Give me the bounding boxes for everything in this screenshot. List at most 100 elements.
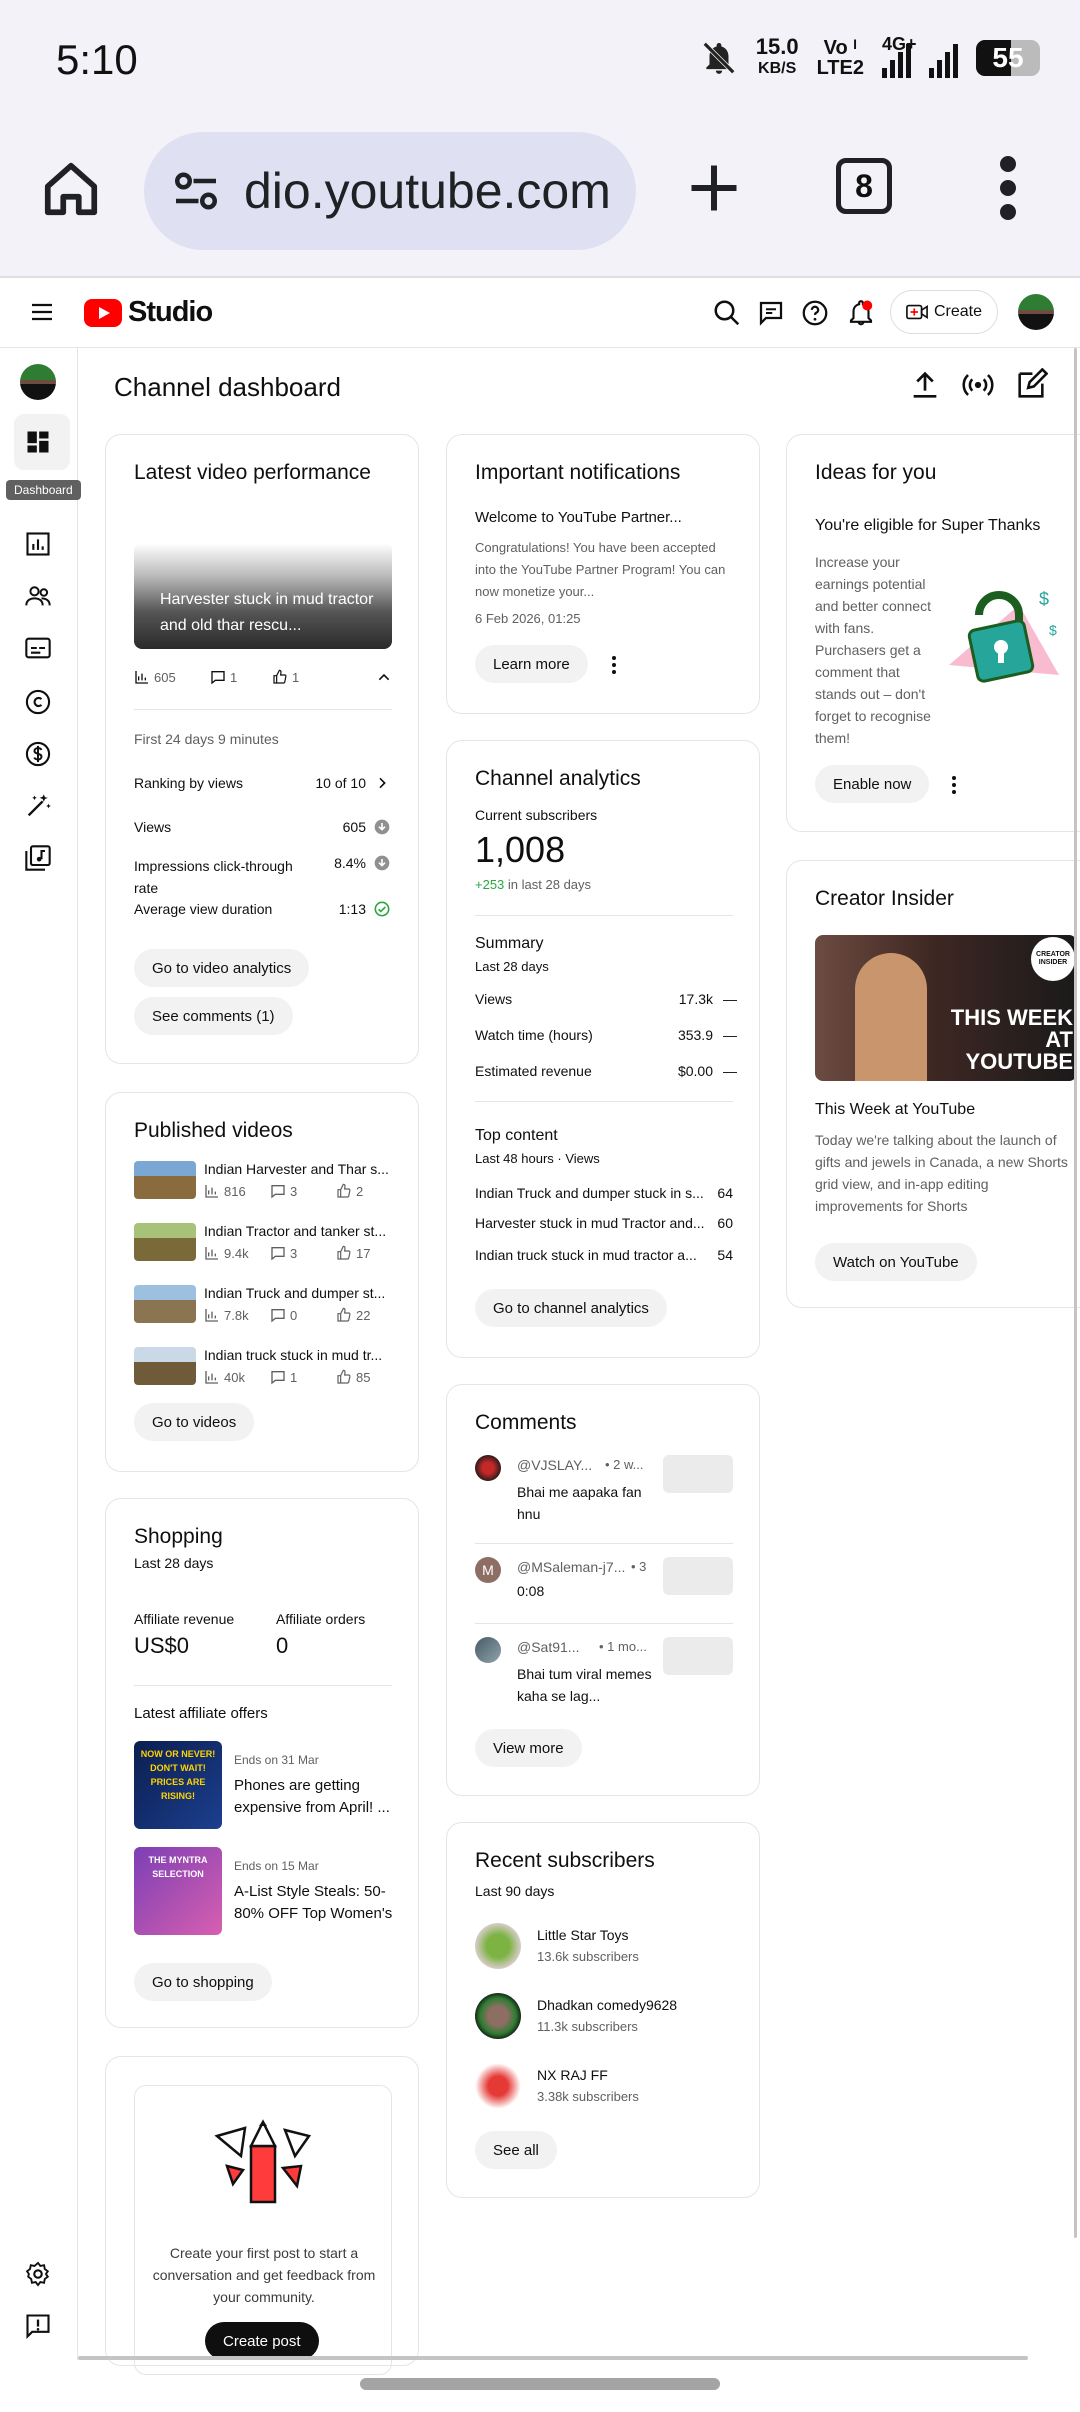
- horizontal-scrollbar[interactable]: [78, 2356, 1028, 2360]
- feedback-messages-icon[interactable]: [756, 298, 786, 328]
- insider-video-thumbnail[interactable]: THIS WEEK AT YOUTUBE CREATOR INSIDER: [815, 935, 1077, 1081]
- video-list-item[interactable]: Indian Harvester and Thar s... 816 3 2: [134, 1161, 404, 1209]
- see-comments-button[interactable]: See comments (1): [134, 997, 293, 1035]
- community-icon[interactable]: [24, 582, 52, 610]
- affiliate-offer-item[interactable]: THE MYNTRA SELECTION Ends on 15 Mar A-Li…: [134, 1847, 404, 1937]
- watch-on-youtube-button[interactable]: Watch on YouTube: [815, 1243, 977, 1281]
- likes-count: 2: [356, 1183, 364, 1199]
- account-avatar[interactable]: [1018, 294, 1054, 330]
- copyright-icon[interactable]: [24, 688, 52, 716]
- subscriber-avatar: [475, 1993, 521, 2039]
- notification-date: 6 Feb 2026, 01:25: [475, 611, 581, 626]
- views-count: 7.8k: [224, 1307, 249, 1323]
- screen: 5:10 15.0 KB/S Vo ᴵ LTE2 4G+ 55 dio.youtub…: [0, 0, 1080, 2412]
- new-tab-icon[interactable]: [684, 158, 744, 218]
- video-list-item[interactable]: Indian Truck and dumper st... 7.8k 0 22: [134, 1285, 404, 1333]
- commenter-avatar: [475, 1637, 501, 1663]
- top-content-value: 54: [717, 1247, 733, 1263]
- divider: [134, 709, 392, 710]
- subscribers-delta: +253 in last 28 days: [475, 877, 591, 892]
- home-icon[interactable]: [40, 158, 102, 220]
- likes-stat: 2: [336, 1183, 363, 1199]
- search-icon[interactable]: [712, 298, 742, 328]
- bar-chart-icon: [205, 1309, 218, 1322]
- comment-icon: [271, 1309, 285, 1323]
- comment-author: @MSaleman-j7...: [517, 1559, 626, 1575]
- more-vert-icon[interactable]: [611, 655, 617, 675]
- subscriber-item[interactable]: Dhadkan comedy9628 11.3k subscribers: [475, 1993, 735, 2043]
- svg-text:$: $: [1049, 622, 1057, 638]
- subscriber-item[interactable]: Little Star Toys 13.6k subscribers: [475, 1923, 735, 1973]
- top-content-title-row[interactable]: Indian Truck and dumper stuck in s...: [475, 1185, 707, 1201]
- summary-trend: —: [723, 991, 737, 1007]
- analytics-icon[interactable]: [24, 530, 52, 558]
- subtitles-icon[interactable]: [24, 634, 52, 662]
- video-list-item[interactable]: Indian Tractor and tanker st... 9.4k 3 1…: [134, 1223, 404, 1271]
- comment-time: • 2 w...: [605, 1457, 644, 1472]
- divider: [475, 1543, 733, 1544]
- comments-count: 0: [290, 1307, 298, 1323]
- likes-count: 85: [356, 1369, 371, 1385]
- site-settings-icon[interactable]: [166, 161, 226, 221]
- url-text: dio.youtube.com: [244, 163, 611, 219]
- offer-image-text: NOW OR NEVER! DON'T WAIT! PRICES ARE RIS…: [140, 1749, 216, 1801]
- comments-stat: 1: [270, 1369, 297, 1385]
- audio-library-icon[interactable]: [24, 844, 52, 872]
- go-to-videos-button[interactable]: Go to videos: [134, 1403, 255, 1441]
- affiliate-offer-item[interactable]: NOW OR NEVER! DON'T WAIT! PRICES ARE RIS…: [134, 1741, 404, 1831]
- subscriber-name: Dhadkan comedy9628: [537, 1997, 678, 2013]
- video-thumbnail: [134, 1347, 196, 1385]
- dashboard-icon[interactable]: [24, 428, 52, 456]
- speed-unit: KB/S: [758, 60, 797, 77]
- chevron-right-icon[interactable]: [374, 775, 390, 791]
- comments-count: 3: [290, 1245, 298, 1261]
- comment-item[interactable]: @Sat91... • 1 mo... Bhai tum viral memes…: [475, 1637, 735, 1717]
- learn-more-button[interactable]: Learn more: [475, 645, 588, 683]
- customization-magic-icon[interactable]: [24, 792, 52, 820]
- notifications-bell-icon[interactable]: [846, 298, 876, 328]
- video-list-item[interactable]: Indian truck stuck in mud tr... 40k 1 85: [134, 1347, 404, 1395]
- gesture-navigation-bar[interactable]: [360, 2378, 720, 2390]
- hamburger-menu-icon[interactable]: [30, 302, 54, 322]
- top-content-title-row[interactable]: Indian truck stuck in mud tractor a...: [475, 1247, 707, 1263]
- subscribers-label: Current subscribers: [475, 807, 598, 823]
- earn-dollar-icon[interactable]: [24, 740, 52, 768]
- comment-item[interactable]: M @MSaleman-j7... • 3 0:08: [475, 1557, 735, 1617]
- notification-heading: Welcome to YouTube Partner...: [475, 509, 682, 526]
- latest-video-thumbnail[interactable]: Harvester stuck in mud tractor and old t…: [134, 543, 392, 649]
- enable-now-button[interactable]: Enable now: [815, 765, 930, 803]
- views-count: 816: [224, 1183, 246, 1199]
- create-post-edit-icon[interactable]: [1014, 368, 1048, 402]
- create-video-icon: [906, 304, 928, 320]
- summary-trend: —: [723, 1063, 737, 1079]
- more-vert-icon[interactable]: [1000, 156, 1016, 220]
- subscribers-value: 1,008: [475, 829, 566, 870]
- go-live-icon[interactable]: [961, 368, 995, 402]
- more-vert-icon[interactable]: [951, 775, 957, 795]
- top-content-value: 60: [717, 1215, 733, 1231]
- go-to-channel-analytics-button[interactable]: Go to channel analytics: [475, 1289, 667, 1327]
- studio-logo[interactable]: Studio: [84, 296, 213, 329]
- create-button[interactable]: Create: [890, 290, 998, 334]
- comments-stat: 3: [270, 1183, 297, 1199]
- comment-item[interactable]: @VJSLAY... • 2 w... Bhai me aapaka fan h…: [475, 1455, 735, 1535]
- see-all-button[interactable]: See all: [475, 2131, 557, 2169]
- settings-gear-icon[interactable]: [24, 2260, 52, 2288]
- upload-icon[interactable]: [908, 368, 942, 402]
- help-icon[interactable]: [800, 298, 830, 328]
- go-to-shopping-button[interactable]: Go to shopping: [134, 1963, 272, 2001]
- create-post-button[interactable]: Create post: [205, 2322, 319, 2360]
- tab-switcher-button[interactable]: 8: [836, 158, 892, 214]
- vertical-scrollbar[interactable]: [1074, 348, 1077, 2238]
- card-title: Channel analytics: [475, 767, 641, 790]
- subscriber-count: 13.6k subscribers: [537, 1949, 639, 1964]
- send-feedback-icon[interactable]: [24, 2312, 52, 2340]
- top-content-title-row[interactable]: Harvester stuck in mud Tractor and...: [475, 1215, 707, 1231]
- subscriber-item[interactable]: NX RAJ FF 3.38k subscribers: [475, 2063, 735, 2113]
- go-to-video-analytics-button[interactable]: Go to video analytics: [134, 949, 310, 987]
- channel-avatar[interactable]: [20, 364, 56, 400]
- address-bar[interactable]: dio.youtube.com: [144, 132, 636, 250]
- collapse-chevron-up-icon[interactable]: [376, 669, 392, 685]
- comment-text: Bhai me aapaka fan hnu: [517, 1484, 642, 1522]
- view-more-button[interactable]: View more: [475, 1729, 582, 1767]
